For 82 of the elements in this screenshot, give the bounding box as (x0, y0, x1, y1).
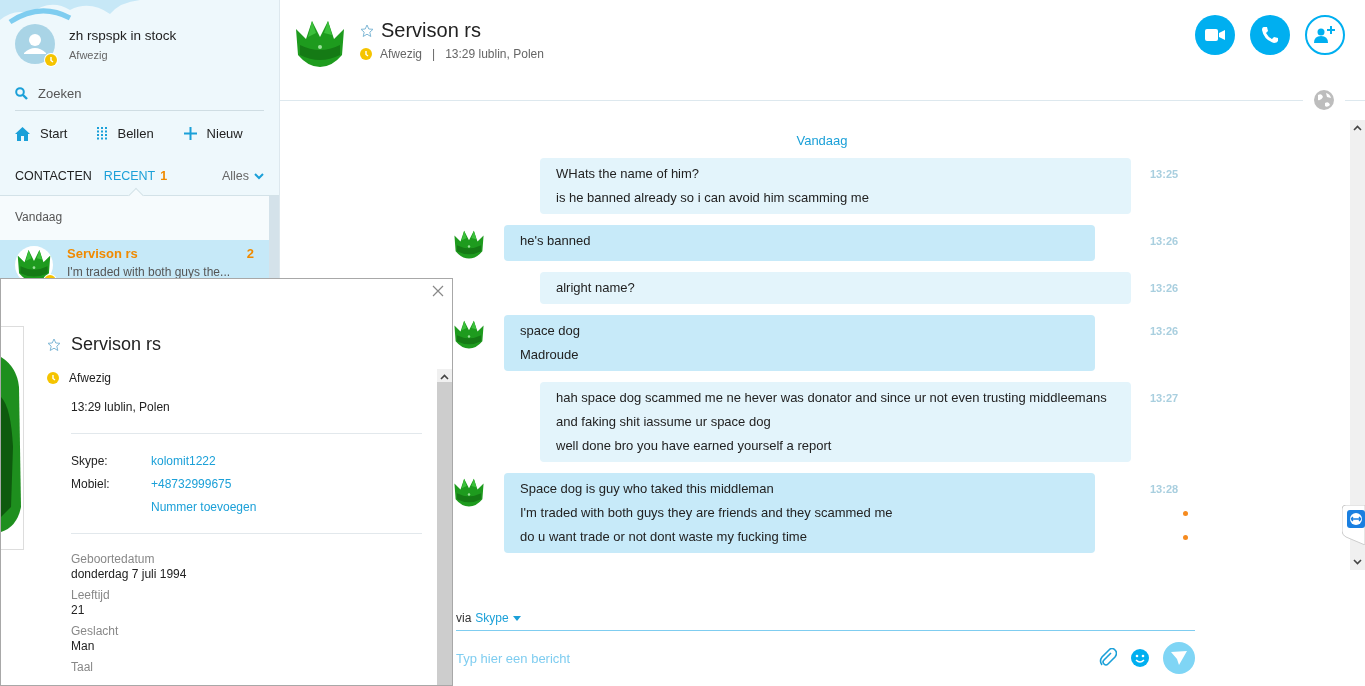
search-icon (15, 87, 28, 100)
section-heading: Vandaag (14, 209, 64, 226)
via-label: via (456, 611, 472, 625)
clock-icon (47, 372, 59, 384)
star-icon[interactable] (47, 337, 61, 352)
chevron-up-icon[interactable] (440, 374, 449, 380)
local-time: 13:29 lublin, Polen (71, 400, 171, 414)
nav-button[interactable]: Start (15, 126, 68, 141)
message-time: 13:26 (1150, 282, 1179, 294)
emoticon-button[interactable] (1131, 649, 1149, 667)
nav-button[interactable]: Nieuw (183, 126, 243, 141)
message-time: 13:26 (1150, 235, 1179, 247)
contact-link[interactable]: kolomit1222 (151, 454, 422, 468)
globe-icon[interactable] (1313, 89, 1335, 111)
scrollbar[interactable] (1350, 120, 1365, 570)
message-time: 13:26 (1150, 325, 1179, 337)
video-camera-icon (1205, 29, 1225, 41)
call-button[interactable] (1250, 15, 1290, 55)
tab[interactable]: CONTACTEN (15, 169, 92, 195)
message-time: 13:27 (1150, 392, 1179, 404)
attach-button[interactable] (1099, 648, 1117, 668)
field-label: Skype: (71, 454, 109, 468)
chevron-down-icon (254, 172, 264, 180)
star-icon[interactable] (360, 23, 374, 38)
message-time: 13:28 (1150, 483, 1179, 495)
arrow-tile-icon[interactable] (1342, 505, 1365, 545)
caret-icon (512, 615, 521, 621)
avatar-icon[interactable] (15, 24, 55, 64)
add-number-link[interactable]: Nummer toevoegen (151, 500, 422, 514)
paper-plane-icon (1171, 651, 1187, 665)
away-status-icon (45, 54, 57, 66)
home-icon (15, 126, 30, 141)
video-call-button[interactable] (1195, 15, 1235, 55)
message-text: Madroude (520, 346, 580, 364)
date-divider: Vandaag (795, 133, 849, 148)
message-text: Space dog is guy who taked this middleman (520, 480, 775, 498)
send-button[interactable] (1163, 642, 1195, 674)
scrollbar[interactable] (437, 369, 452, 685)
message-text: well done bro you have earned yourself a report (556, 437, 833, 455)
add-contact-button[interactable] (1305, 15, 1345, 55)
field-label: Mobiel: (71, 477, 111, 491)
contact-name: Servison rs (67, 246, 138, 261)
user-status: Afwezig (69, 48, 109, 61)
field-value: Man (71, 639, 96, 653)
chevron-down-icon[interactable] (1353, 559, 1362, 565)
field-label: Taal (71, 660, 94, 674)
message-text: WHats the name of him? (556, 165, 701, 183)
add-person-icon (1314, 26, 1336, 44)
search-field[interactable]: Zoeken (38, 86, 238, 101)
unread-count: 2 (246, 246, 254, 261)
user-name: zh rspspk in stock (69, 27, 177, 43)
message-text: do u want trade or not dont waste my fucking time (520, 528, 808, 546)
nav-button[interactable]: Bellen (97, 126, 154, 141)
service-dropdown[interactable]: Skype (475, 611, 521, 625)
field-label: Leeftijd (71, 588, 111, 602)
contact-link[interactable]: +48732999675 (151, 477, 422, 491)
message-text: alright name? (556, 279, 636, 297)
local-time: 13:29 lublin, Polen (445, 47, 544, 61)
filter-dropdown[interactable]: Alles (221, 169, 264, 195)
field-value: 21 (71, 603, 86, 617)
message-text: is he banned already so i can avoid him scamming me (556, 189, 870, 207)
plus-icon (183, 127, 197, 140)
message-text: he's banned (520, 232, 592, 250)
contact-status: Afwezig (380, 47, 423, 61)
message-text: I'm traded with both guys they are friends and they scammed me (520, 504, 894, 522)
field-label: Geboortedatum (71, 552, 156, 566)
smiley-icon (1131, 649, 1149, 667)
field-value: donderdag 7 juli 1994 (71, 567, 188, 581)
chevron-up-icon[interactable] (1353, 125, 1362, 131)
contact-status: Afwezig (69, 371, 112, 385)
scrollbar[interactable] (269, 196, 279, 279)
close-button[interactable] (432, 285, 444, 297)
clock-icon (360, 48, 372, 60)
paperclip-icon (1099, 648, 1117, 668)
field-label: Geslacht (71, 624, 120, 638)
contact-name: Servison rs (71, 334, 162, 355)
message-text: space dog (520, 322, 581, 340)
separator: | (432, 47, 436, 61)
dialpad-icon (97, 127, 108, 140)
contact-name: Servison rs (381, 19, 482, 42)
phone-icon (1261, 26, 1279, 44)
message-time: 13:25 (1150, 168, 1179, 180)
